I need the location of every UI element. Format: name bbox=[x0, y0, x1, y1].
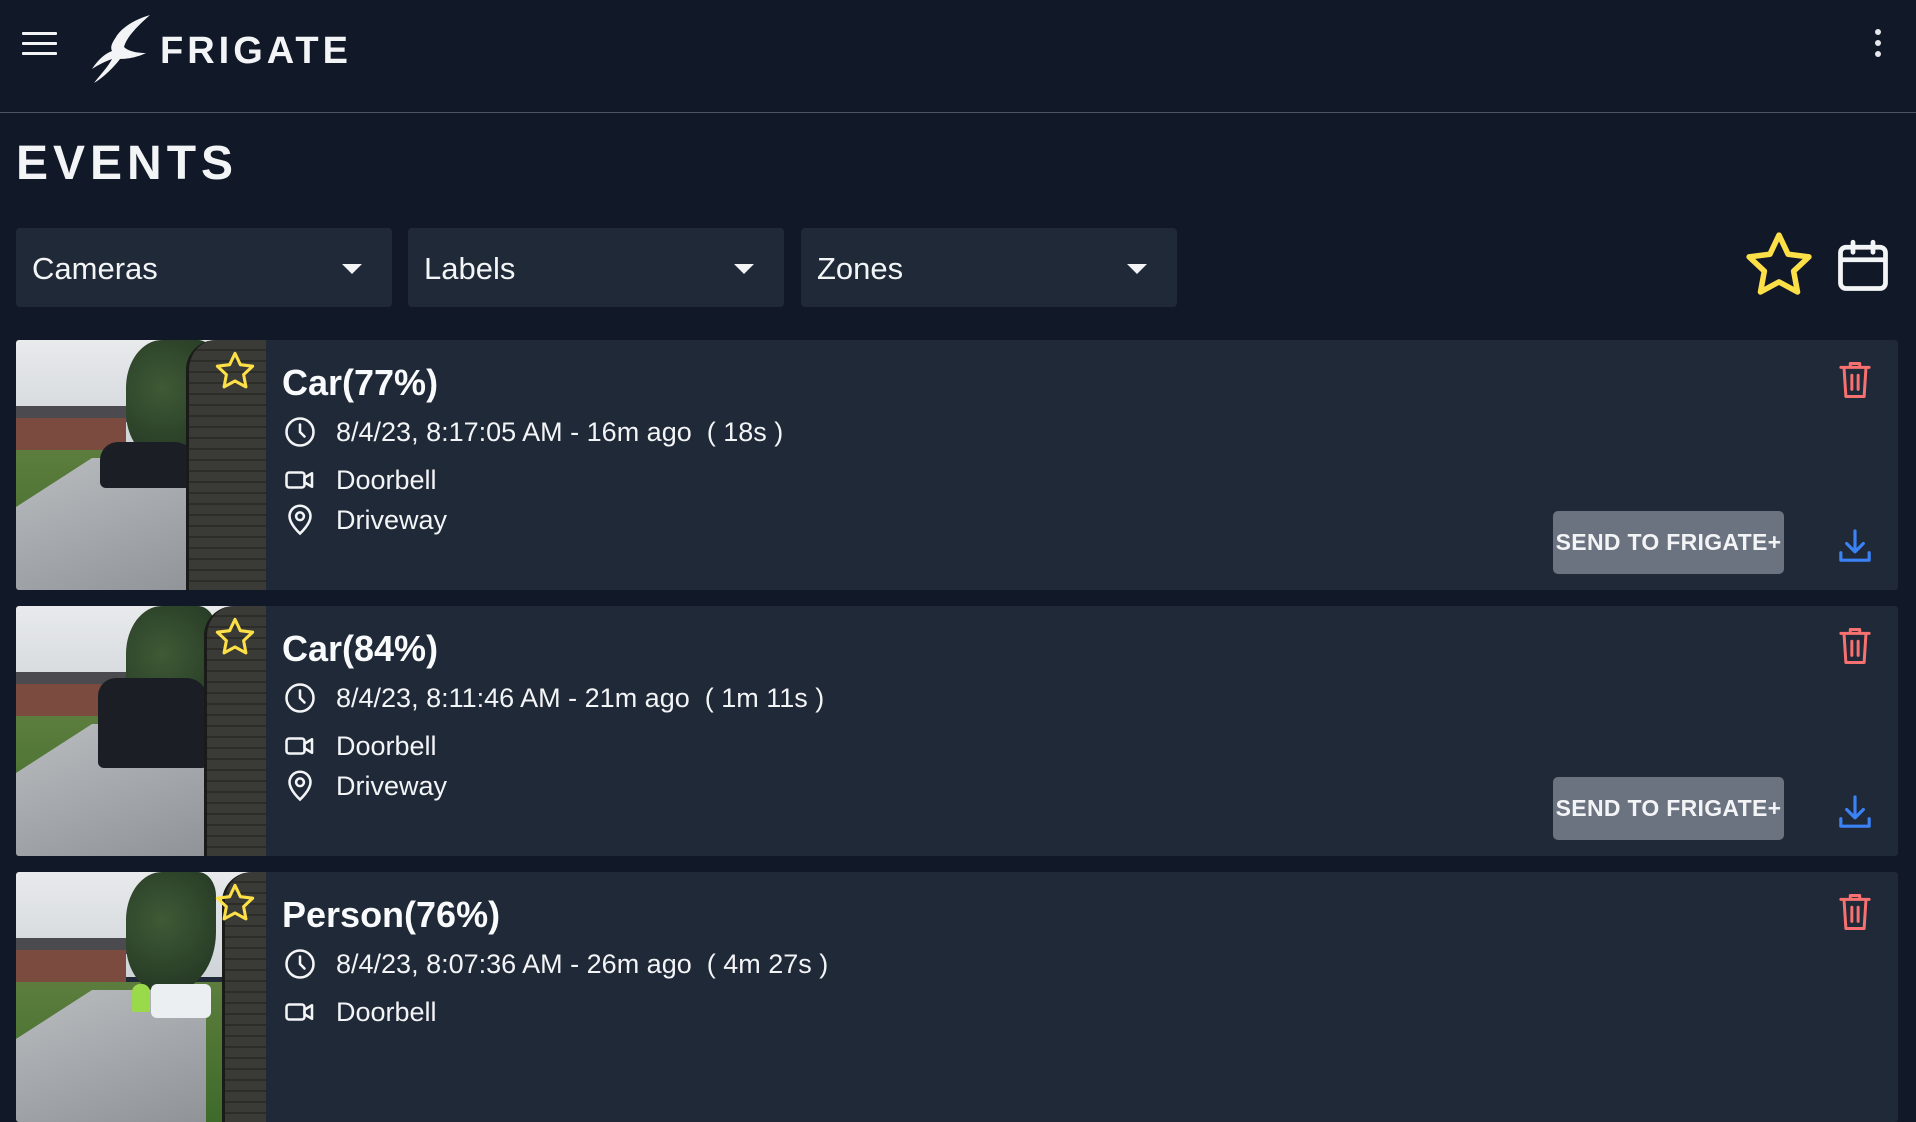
trash-icon[interactable] bbox=[1836, 624, 1874, 668]
calendar-icon[interactable] bbox=[1833, 236, 1893, 296]
event-camera-row: Doorbell bbox=[282, 994, 437, 1030]
event-label: Person(76%) bbox=[282, 894, 501, 935]
favorite-star-icon[interactable] bbox=[212, 348, 258, 394]
hamburger-menu-icon[interactable] bbox=[20, 29, 60, 59]
event-zone: Driveway bbox=[336, 770, 448, 801]
trash-icon[interactable] bbox=[1836, 890, 1874, 934]
brand-name: FRIGATE bbox=[160, 30, 352, 72]
event-time-row: 8/4/23, 8:11:46 AM - 21m ago ( 1m 11s ) bbox=[282, 680, 824, 716]
event-camera: Doorbell bbox=[336, 730, 437, 761]
caret-down-icon bbox=[1127, 264, 1147, 274]
video-camera-icon bbox=[285, 471, 314, 489]
event-zone-row: Driveway bbox=[282, 768, 447, 804]
trash-icon[interactable] bbox=[1836, 358, 1874, 402]
filter-label: Labels bbox=[424, 251, 516, 286]
frigate-logo-icon bbox=[92, 15, 150, 83]
download-icon[interactable] bbox=[1835, 792, 1875, 832]
top-app-bar: FRIGATE bbox=[0, 0, 1916, 113]
event-card[interactable]: Car(77%) 8/4/23, 8:17:05 AM - 16m ago ( … bbox=[16, 340, 1898, 590]
favorite-star-icon[interactable] bbox=[212, 880, 258, 926]
event-card[interactable]: Car(84%) 8/4/23, 8:11:46 AM - 21m ago ( … bbox=[16, 606, 1898, 856]
event-zone: Driveway bbox=[336, 504, 448, 535]
event-label: Car(84%) bbox=[282, 628, 439, 669]
favorite-star-icon[interactable] bbox=[212, 614, 258, 660]
event-camera-row: Doorbell bbox=[282, 462, 437, 498]
clock-icon bbox=[285, 949, 315, 979]
clock-icon bbox=[285, 417, 315, 447]
event-zone-row: Driveway bbox=[282, 502, 447, 538]
event-camera: Doorbell bbox=[336, 464, 437, 495]
download-icon[interactable] bbox=[1835, 526, 1875, 566]
cameras-filter-dropdown[interactable]: Cameras bbox=[16, 228, 392, 307]
location-pin-icon bbox=[288, 770, 312, 802]
video-camera-icon bbox=[285, 1003, 314, 1021]
filter-label: Zones bbox=[817, 251, 904, 286]
event-time: 8/4/23, 8:07:36 AM - 26m ago ( 4m 27s ) bbox=[336, 948, 829, 979]
event-camera-row: Doorbell bbox=[282, 728, 437, 764]
zones-filter-dropdown[interactable]: Zones bbox=[801, 228, 1177, 307]
video-camera-icon bbox=[285, 737, 314, 755]
page-title: EVENTS bbox=[16, 137, 239, 190]
event-time: 8/4/23, 8:11:46 AM - 21m ago ( 1m 11s ) bbox=[336, 682, 825, 713]
event-card[interactable]: Person(76%) 8/4/23, 8:07:36 AM - 26m ago… bbox=[16, 872, 1898, 1122]
event-label: Car(77%) bbox=[282, 362, 439, 403]
caret-down-icon bbox=[342, 264, 362, 274]
more-options-icon[interactable] bbox=[1868, 26, 1888, 60]
location-pin-icon bbox=[288, 504, 312, 536]
send-to-frigate-plus-button[interactable]: SEND TO FRIGATE+ bbox=[1553, 777, 1784, 840]
event-time-row: 8/4/23, 8:17:05 AM - 16m ago ( 18s ) bbox=[282, 414, 783, 450]
filter-label: Cameras bbox=[32, 251, 158, 286]
send-to-frigate-plus-button[interactable]: SEND TO FRIGATE+ bbox=[1553, 511, 1784, 574]
clock-icon bbox=[285, 683, 315, 713]
favorites-filter-star-icon[interactable] bbox=[1740, 226, 1818, 304]
labels-filter-dropdown[interactable]: Labels bbox=[408, 228, 784, 307]
event-camera: Doorbell bbox=[336, 996, 437, 1027]
caret-down-icon bbox=[734, 264, 754, 274]
event-time: 8/4/23, 8:17:05 AM - 16m ago ( 18s ) bbox=[336, 416, 784, 447]
event-time-row: 8/4/23, 8:07:36 AM - 26m ago ( 4m 27s ) bbox=[282, 946, 828, 982]
